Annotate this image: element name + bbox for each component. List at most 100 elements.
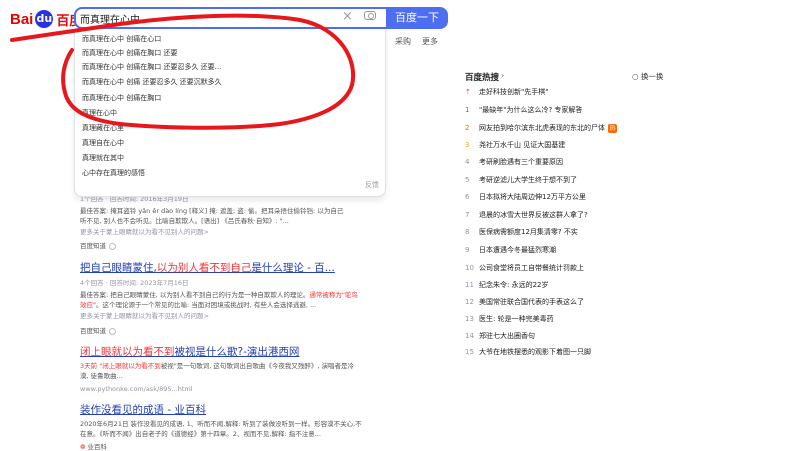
hot-item-text: 退晨的冰雪大世界反被这群人拿了?: [479, 211, 588, 219]
suggestion-item[interactable]: 而真理在心中 创痛在胸口 还要: [82, 49, 177, 58]
hot-badge: 热: [608, 124, 617, 133]
hot-item[interactable]: 14 郑驻七大出圈香句: [465, 332, 535, 341]
refresh-icon: ○: [632, 72, 641, 81]
source-icon: ❁: [80, 443, 88, 451]
feedback-link[interactable]: 反馈: [365, 180, 379, 190]
paw-icon: du: [35, 10, 54, 28]
result-title-link[interactable]: 装作没看见的成语 - 业百科: [80, 404, 206, 417]
hot-rank: 9: [465, 246, 470, 254]
hot-item-text: 纪念朱令: 永远的22岁: [479, 281, 549, 289]
hot-item[interactable]: 4 考研刷脸遇有三个重要原因: [465, 158, 563, 167]
hot-item-text: 美国常驻联合国代表的手表这么了: [479, 298, 584, 306]
hot-item-text: 大爷在地铁摆悉的观影下着图一只脚: [479, 348, 591, 356]
result-source: 百度知道: [80, 240, 116, 250]
hot-item[interactable]: ⇡ 走好科技创新"先手棋": [465, 88, 548, 97]
suggestion-item[interactable]: 而真理在心中 创痛在胸口: [82, 94, 161, 103]
pin-icon: ⇡: [465, 88, 471, 96]
result-snippet: 听不见, 别人也不会听见。比喻自欺欺人。[语出] 《吕氏春秋·自知》: "...: [80, 217, 289, 225]
snippet-highlight: 效应: [80, 301, 93, 309]
hot-rank: 8: [465, 228, 470, 236]
hot-item-text: 医保病需额度12月集清零? 不实: [479, 228, 578, 236]
hot-item[interactable]: 3 尧社万水千山 见证大国基建: [465, 141, 565, 150]
suggestion-item[interactable]: 真理就在其中: [82, 154, 124, 163]
result-title-link[interactable]: 把自己眼睛蒙住,以为别人看不到自己是什么理论 - 百...: [80, 262, 335, 275]
suggestion-item[interactable]: 真理在心中: [82, 109, 117, 118]
title-part: 被视是什么歌?-演出港西网: [174, 346, 300, 358]
suggestion-item[interactable]: 而真理在心中 创痛 还要忍多久 还要沉默多久: [82, 78, 222, 87]
hot-rank: 10: [465, 264, 474, 272]
result-snippet: 3天前 "闭上眼就以为看不到被视"是一句歌词, 这句歌词出自歌曲《今夜我又残醉》…: [80, 362, 354, 370]
hot-item-text: 医生: 轮是一种完美毒药: [479, 315, 554, 323]
source-label: 业百科: [87, 443, 108, 451]
snippet-highlight: 通常被称为"鸵鸟: [309, 291, 358, 299]
refresh-label: 换一换: [640, 72, 664, 81]
hot-rank: 5: [465, 176, 470, 184]
hot-item-text: 日本遭遇今冬最猛烈寒潮: [479, 246, 556, 254]
baidu-logo[interactable]: Bai du 百度: [10, 8, 82, 30]
hot-rank: 13: [465, 315, 474, 323]
title-part: 把自己眼睛蒙住: [80, 262, 154, 274]
source-label: 百度知道: [80, 327, 106, 335]
refresh-button[interactable]: ○ 换一换: [632, 71, 663, 82]
hot-item[interactable]: 1 "最缺年"为什么这么冷? 专家解答: [465, 106, 582, 115]
chevron-right-icon[interactable]: ›: [501, 71, 504, 80]
info-icon[interactable]: [109, 327, 116, 335]
hot-item[interactable]: 15 大爷在地铁摆悉的观影下着图一只脚: [465, 348, 591, 357]
hot-item-text: 郑驻七大出圈香句: [479, 332, 535, 340]
title-highlight: 以为别人看不到自己: [156, 262, 252, 274]
camera-icon[interactable]: [364, 11, 376, 20]
hot-rank: 2: [465, 124, 470, 132]
result-snippet: 效应"。这个理论源于一个常见的比喻: 当面对困境或挑战时, 有些人会选择逃避, …: [80, 301, 316, 309]
search-input[interactable]: [80, 10, 330, 26]
result-snippet: 2020年6月21日 装作没看见的成语, 1、听而不闻,解释: 听到了装做没听到…: [80, 420, 362, 428]
hot-rank: 11: [465, 281, 474, 289]
hot-rank: 14: [465, 332, 474, 340]
suggestion-item[interactable]: 而真理在心中 创痛在胸口 还要忍多久 还要...: [82, 63, 221, 72]
snippet-part: 被视"是一句歌词, 这句歌词出自歌曲《今夜我又残醉》, 演唱者是冷: [160, 362, 354, 370]
suggestion-item[interactable]: 真理藏在心里: [82, 124, 124, 133]
tab-more[interactable]: 更多: [422, 36, 438, 47]
hot-item-text: 日本拟将大陆周边伸12万平方公里: [479, 193, 586, 201]
hot-item[interactable]: 10 公司食堂将员工自带餐统计罚款上: [465, 264, 584, 273]
result-snippet: 漠, 徒鲁歌曲...: [80, 372, 123, 380]
result-snippet: 最佳答案: 掩耳盗铃 yǎn ěr dào líng [释义] 掩: 遮盖; 盗…: [80, 207, 344, 215]
tab-caigou[interactable]: 采购: [395, 36, 411, 47]
hot-item-text: 网友拍到哈尔滨东北虎表现的东北的尸体: [479, 124, 605, 132]
info-icon[interactable]: [109, 242, 116, 250]
result-snippet: 最佳答案: 把自己眼睛蒙住, 以为别人看不到自己的行为是一种自欺欺人的理论。通常…: [80, 291, 358, 299]
hot-item-text: 尧社万水千山 见证大国基建: [479, 141, 566, 149]
hot-item[interactable]: 11 纪念朱令: 永远的22岁: [465, 281, 549, 290]
suggestion-item[interactable]: 真理自在心中: [82, 139, 124, 148]
hot-item[interactable]: 6 日本拟将大陆周边伸12万平方公里: [465, 193, 586, 202]
hot-item[interactable]: 5 考研逆滤儿大学生终于想不到了: [465, 176, 577, 185]
hot-item[interactable]: 9 日本遭遇今冬最猛烈寒潮: [465, 246, 556, 255]
title-part: 是什么理论 - 百...: [251, 262, 335, 274]
snippet-part: "。这个理论源于一个常见的比喻: 当面对困境或挑战时, 有些人会选择逃避, ..…: [93, 301, 317, 309]
result-snippet: 在意。《听而不闻》出自老子的《道德经》第十四章。2、视而不见,解释: 指不注意.…: [80, 430, 321, 438]
hot-item[interactable]: 13 医生: 轮是一种完美毒药: [465, 315, 554, 324]
suggestion-item[interactable]: 而真理在心中 创痛在心口: [82, 35, 161, 44]
hot-item[interactable]: 7 退晨的冰雪大世界反被这群人拿了?: [465, 211, 588, 220]
hot-item[interactable]: 2 网友拍到哈尔滨东北虎表现的东北的尸体热: [465, 124, 617, 133]
suggestion-item[interactable]: 心中存在真理的感悟: [82, 169, 145, 178]
result-meta: 4个回答 · 回答时间: 2023年7月16日: [80, 279, 189, 287]
result-more-link[interactable]: 更多关于蒙上眼睛就以为看不见别人的问题>: [80, 228, 209, 236]
hot-rank: 6: [465, 193, 470, 201]
hot-rank: 4: [465, 158, 470, 166]
result-more-link[interactable]: 更多关于蒙上眼睛就以为看不见别人的问题>: [80, 312, 209, 320]
title-highlight: 闭上眼就以为看不到: [80, 346, 175, 358]
result-title-link[interactable]: 闭上眼就以为看不到被视是什么歌?-演出港西网: [80, 346, 299, 359]
hot-item-text: 公司食堂将员工自带餐统计罚款上: [479, 264, 584, 272]
hot-item[interactable]: 12 美国常驻联合国代表的手表这么了: [465, 298, 584, 307]
result-url[interactable]: www.pythonke.com/ask/895...html: [80, 385, 193, 393]
hot-list-title[interactable]: 百度热搜: [465, 71, 499, 83]
hot-item-text: 走好科技创新"先手棋": [479, 88, 549, 96]
hot-rank: 7: [465, 211, 470, 219]
hot-item-text: "最缺年"为什么这么冷? 专家解答: [479, 106, 583, 114]
hot-item[interactable]: 8 医保病需额度12月集清零? 不实: [465, 228, 578, 237]
result-source: 百度知道: [80, 325, 116, 335]
search-button[interactable]: 百度一下: [386, 7, 448, 29]
hot-rank: 3: [465, 141, 470, 149]
suggestion-dropdown: 而真理在心中 创痛在心口 而真理在心中 创痛在胸口 还要 而真理在心中 创痛在胸…: [74, 29, 386, 197]
clear-icon[interactable]: ×: [342, 9, 353, 25]
